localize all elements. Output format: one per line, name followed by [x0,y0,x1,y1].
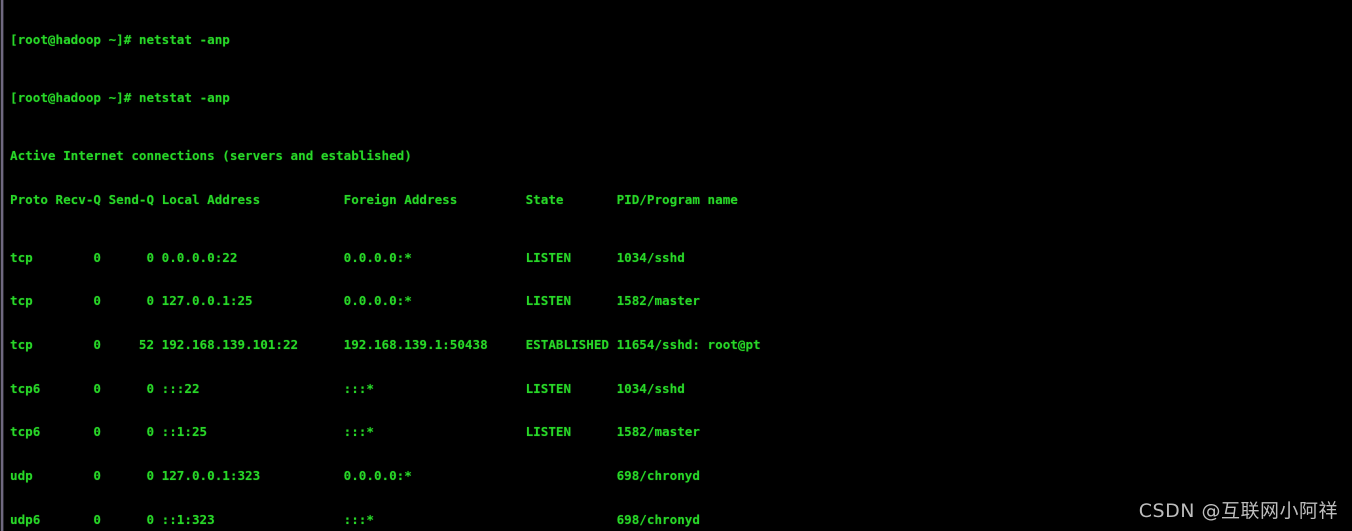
internet-section-header: Proto Recv-Q Send-Q Local Address Foreig… [10,191,738,207]
terminal-window[interactable]: [root@hadoop ~]# netstat -anp [root@hado… [0,0,1352,531]
shell-prompt: [root@hadoop ~]# [10,89,139,105]
table-row: udp 0 0 127.0.0.1:323 0.0.0.0:* 698/chro… [10,468,700,484]
terminal-left-scrollbar[interactable] [0,0,6,531]
table-row: tcp6 0 0 :::22 :::* LISTEN 1034/sshd [10,380,685,396]
terminal-scrollback: [root@hadoop ~]# netstat -anp [root@hado… [0,0,1352,531]
table-row: udp6 0 0 ::1:323 :::* 698/chronyd [10,511,700,527]
table-row: tcp 0 0 0.0.0.0:22 0.0.0.0:* LISTEN 1034… [10,249,685,265]
terminal-line-partial-top: [root@hadoop ~]# netstat -anp [10,31,230,47]
shell-command: netstat -anp [138,89,230,105]
table-row: tcp 0 52 192.168.139.101:22 192.168.139.… [10,337,761,353]
table-row: tcp6 0 0 ::1:25 :::* LISTEN 1582/master [10,424,700,440]
internet-section-heading: Active Internet connections (servers and… [10,148,412,164]
terminal-prompt-line: [root@hadoop ~]# netstat -anp [10,89,1352,106]
table-row: tcp 0 0 127.0.0.1:25 0.0.0.0:* LISTEN 15… [10,293,700,309]
